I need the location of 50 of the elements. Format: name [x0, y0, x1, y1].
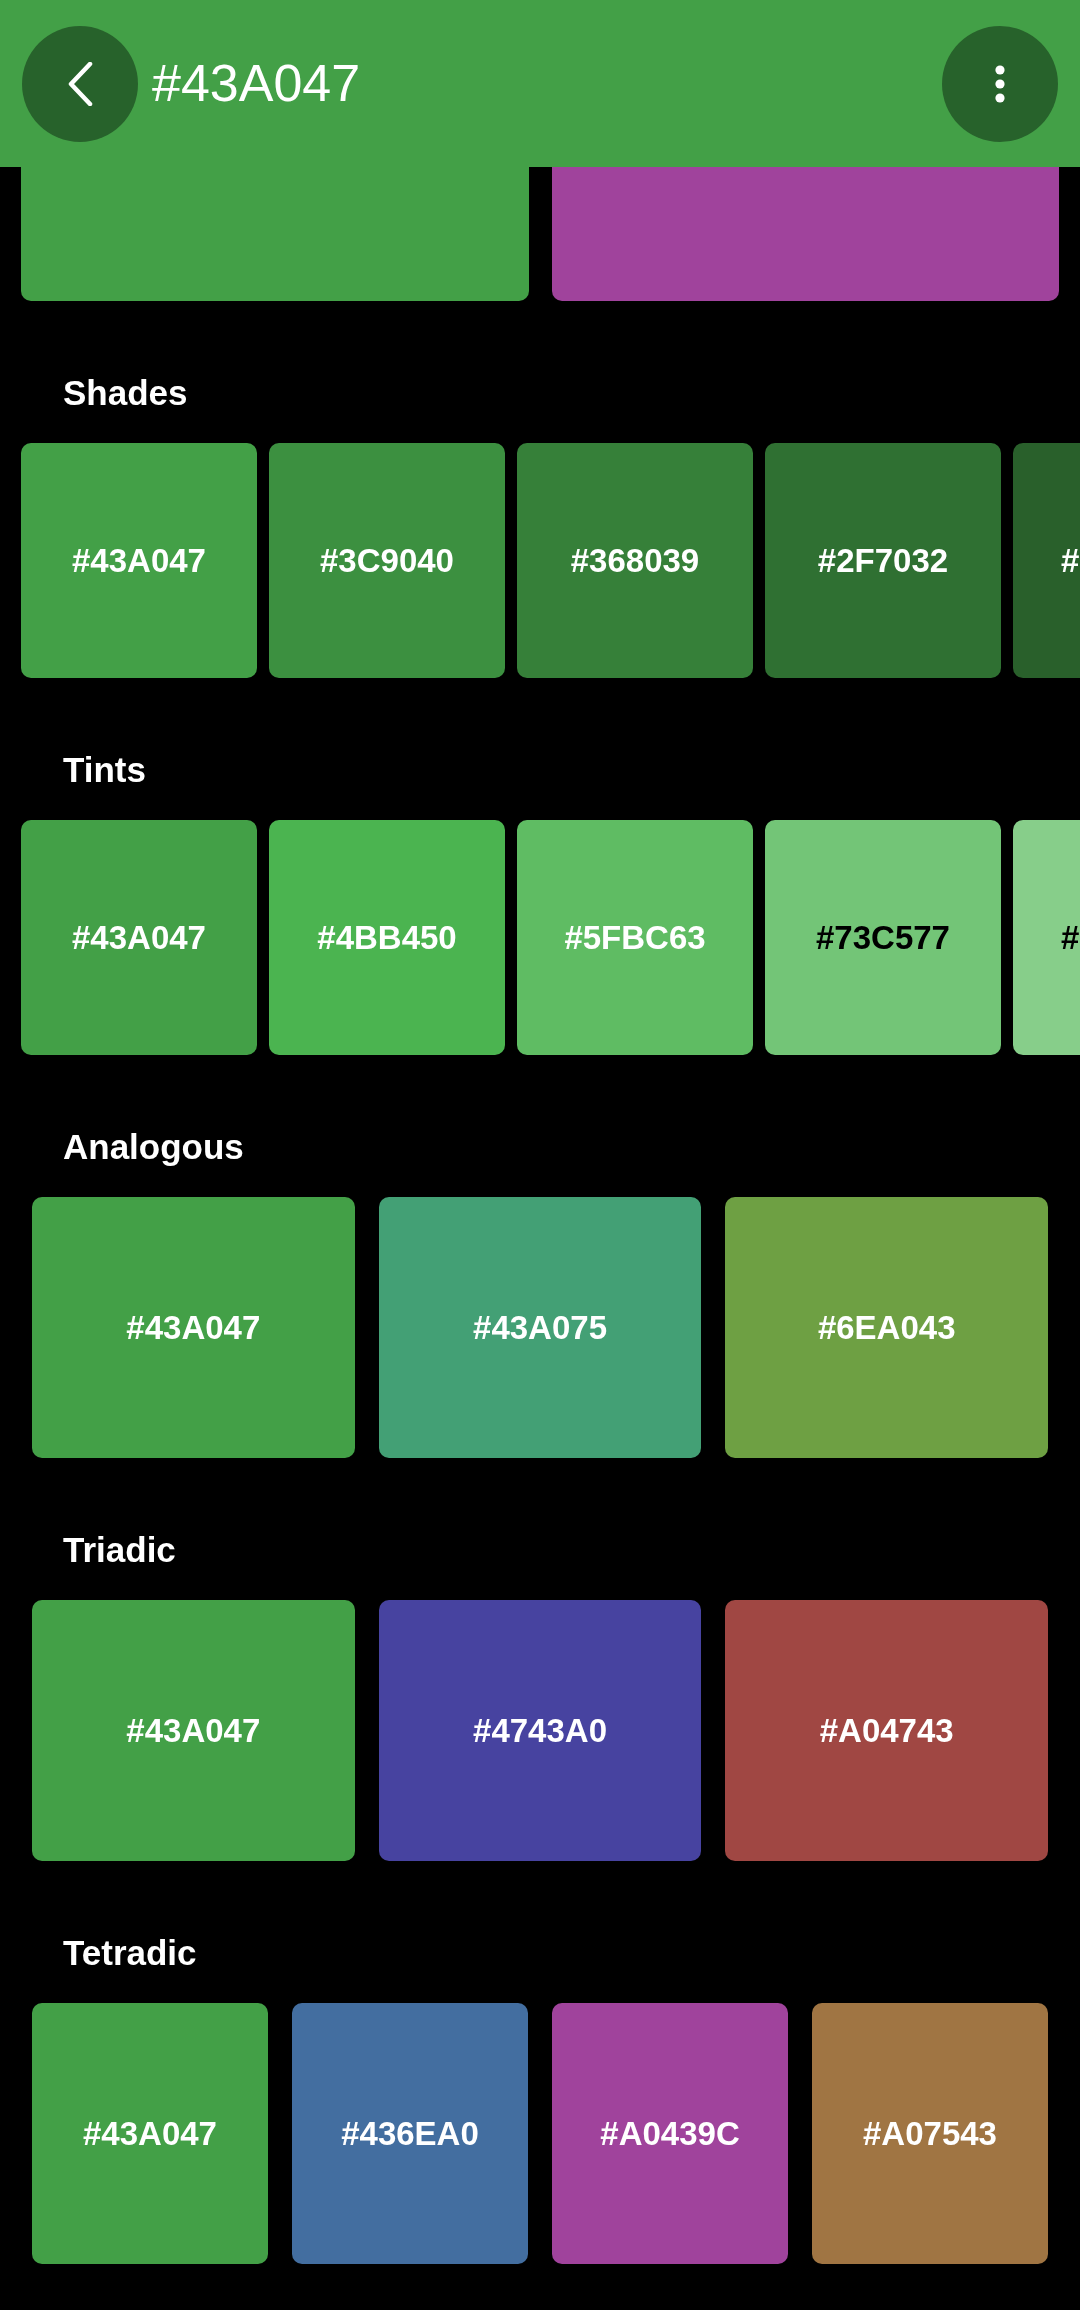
color-swatch[interactable]: #A07543: [812, 2003, 1048, 2264]
hex-code-label: #436EA0: [341, 2113, 479, 2154]
screen-title: #43A047: [152, 53, 362, 115]
section-heading: Tetradic: [63, 1932, 198, 1974]
hex-code-label: #3C9040: [320, 540, 454, 581]
hex-code-label: #43A047: [72, 917, 206, 958]
color-swatch[interactable]: #43A047: [32, 1197, 355, 1458]
hex-code-label: #4BB450: [317, 917, 457, 958]
color-swatch[interactable]: #2F7032: [765, 443, 1001, 678]
hex-code-label: #5FBC63: [564, 917, 706, 958]
color-swatch[interactable]: #4743A0: [378, 1600, 702, 1861]
hex-code-label: #A0439C: [600, 2113, 740, 2154]
section-heading: Shades: [63, 372, 189, 414]
section-heading: Analogous: [63, 1126, 245, 1168]
color-swatch[interactable]: #368039: [517, 443, 753, 678]
color-swatch[interactable]: #43A047: [21, 820, 257, 1055]
color-swatch[interactable]: [551, 167, 1059, 301]
color-swatch[interactable]: [21, 167, 529, 301]
hex-code-label: #2F7032: [817, 540, 949, 581]
hex-code-label: #43A075: [473, 1307, 607, 1348]
color-swatch[interactable]: #43A075: [378, 1197, 702, 1458]
color-swatch[interactable]: #: [1013, 820, 1080, 1055]
back-icon: [67, 61, 93, 106]
hex-code-label: #: [1061, 540, 1080, 581]
vertical-dots-icon: [995, 64, 1005, 103]
section-heading: Tints: [63, 749, 147, 791]
hex-code-label: #43A047: [72, 540, 206, 581]
color-swatch[interactable]: #73C577: [765, 820, 1001, 1055]
color-swatch[interactable]: #3C9040: [269, 443, 505, 678]
hex-code-label: #A04743: [819, 1710, 954, 1751]
hex-code-label: #43A047: [126, 1710, 261, 1751]
hex-code-label: #6EA043: [817, 1307, 956, 1348]
color-swatch[interactable]: #A04743: [725, 1600, 1048, 1861]
hex-code-label: #A07543: [863, 2113, 997, 2154]
hex-code-label: #: [1061, 917, 1080, 958]
color-swatch[interactable]: #436EA0: [292, 2003, 528, 2264]
hex-code-label: #43A047: [83, 2113, 217, 2154]
color-swatch[interactable]: #5FBC63: [517, 820, 753, 1055]
color-swatch[interactable]: #6EA043: [725, 1197, 1048, 1458]
hex-code-label: #73C577: [816, 917, 950, 958]
color-swatch[interactable]: #A0439C: [552, 2003, 788, 2264]
color-swatch[interactable]: #43A047: [21, 443, 257, 678]
color-swatch[interactable]: #43A047: [32, 1600, 355, 1861]
color-swatch[interactable]: #4BB450: [269, 820, 505, 1055]
hex-code-label: #368039: [570, 540, 700, 581]
section-heading: Triadic: [63, 1529, 177, 1571]
hex-code-label: #4743A0: [473, 1710, 607, 1751]
color-swatch[interactable]: #: [1013, 443, 1080, 678]
color-swatch[interactable]: #43A047: [32, 2003, 268, 2264]
hex-code-label: #43A047: [126, 1307, 261, 1348]
